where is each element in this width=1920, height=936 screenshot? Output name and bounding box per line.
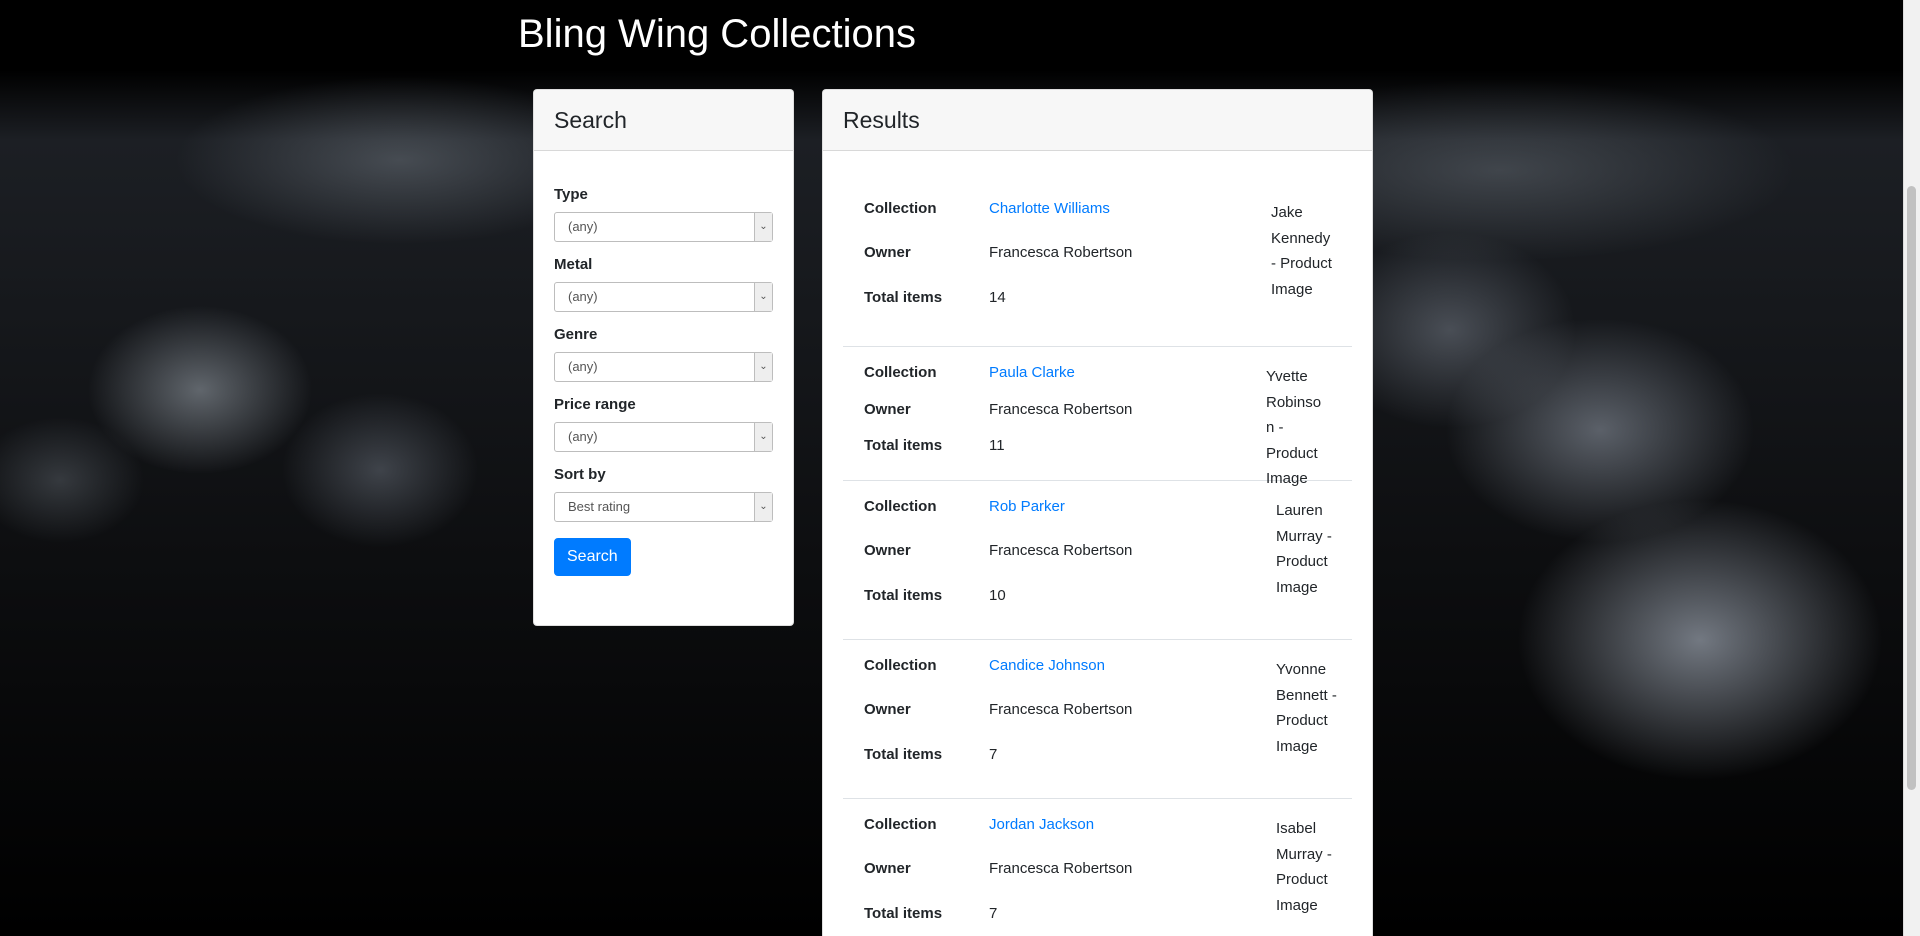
result-item: Collection Jordan Jackson Owner Francesc… bbox=[843, 799, 1352, 936]
product-image: Lauren Murray - Product Image bbox=[1276, 502, 1332, 596]
product-image: Jake Kennedy - Product Image bbox=[1271, 204, 1332, 298]
collection-link[interactable]: Jordan Jackson bbox=[989, 816, 1094, 833]
total-items-value: 7 bbox=[989, 905, 998, 922]
type-field: Type (any) ⌄ bbox=[554, 186, 773, 242]
total-items-value: 7 bbox=[989, 746, 998, 763]
owner-value: Francesca Robertson bbox=[989, 542, 1133, 559]
sort-by-label: Sort by bbox=[554, 466, 606, 483]
chevron-down-icon: ⌄ bbox=[754, 353, 772, 381]
product-image: Isabel Murray - Product Image bbox=[1276, 820, 1332, 914]
total-items-label: Total items bbox=[864, 905, 943, 922]
sort-by-field: Sort by Best rating ⌄ bbox=[554, 466, 773, 522]
product-image: Yvonne Bennett - Product Image bbox=[1276, 661, 1337, 755]
page-scrollbar[interactable] bbox=[1903, 0, 1920, 936]
metal-select[interactable]: (any) ⌄ bbox=[554, 282, 773, 312]
collection-label: Collection bbox=[864, 364, 937, 381]
metal-field: Metal (any) ⌄ bbox=[554, 256, 773, 312]
collection-link[interactable]: Rob Parker bbox=[989, 498, 1065, 515]
results-panel-header: Results bbox=[823, 90, 1372, 151]
owner-label: Owner bbox=[864, 860, 911, 877]
total-items-value: 14 bbox=[989, 289, 1006, 306]
price-range-label: Price range bbox=[554, 396, 636, 413]
result-item: Collection Rob Parker Owner Francesca Ro… bbox=[843, 481, 1352, 640]
collection-label: Collection bbox=[864, 200, 937, 217]
collection-label: Collection bbox=[864, 657, 937, 674]
search-panel-header: Search bbox=[534, 90, 793, 151]
genre-select[interactable]: (any) ⌄ bbox=[554, 352, 773, 382]
result-item: Collection Charlotte Williams Owner Fran… bbox=[843, 165, 1352, 347]
genre-label: Genre bbox=[554, 326, 598, 343]
owner-label: Owner bbox=[864, 244, 911, 261]
chevron-down-icon: ⌄ bbox=[754, 213, 772, 241]
price-range-field: Price range (any) ⌄ bbox=[554, 396, 773, 452]
results-panel: Results Collection Charlotte Williams Ow… bbox=[822, 89, 1373, 936]
collection-link[interactable]: Paula Clarke bbox=[989, 364, 1075, 381]
result-item: Collection Paula Clarke Owner Francesca … bbox=[843, 347, 1352, 487]
owner-label: Owner bbox=[864, 542, 911, 559]
total-items-value: 10 bbox=[989, 587, 1006, 604]
chevron-down-icon: ⌄ bbox=[754, 493, 772, 521]
owner-value: Francesca Robertson bbox=[989, 401, 1133, 418]
type-select[interactable]: (any) ⌄ bbox=[554, 212, 773, 242]
metal-select-value: (any) bbox=[568, 289, 598, 304]
total-items-label: Total items bbox=[864, 289, 943, 306]
owner-label: Owner bbox=[864, 701, 911, 718]
product-image: Yvette Robinson - Product Image bbox=[1266, 368, 1322, 487]
collection-label: Collection bbox=[864, 498, 937, 515]
chevron-down-icon: ⌄ bbox=[754, 423, 772, 451]
site-title: Bling Wing Collections bbox=[518, 12, 916, 56]
owner-value: Francesca Robertson bbox=[989, 860, 1133, 877]
metal-label: Metal bbox=[554, 256, 593, 273]
search-panel: Search Type (any) ⌄ Metal (any) ⌄ Genre … bbox=[533, 89, 794, 626]
type-label: Type bbox=[554, 186, 588, 203]
total-items-label: Total items bbox=[864, 746, 943, 763]
genre-select-value: (any) bbox=[568, 359, 598, 374]
total-items-label: Total items bbox=[864, 437, 943, 454]
collection-label: Collection bbox=[864, 816, 937, 833]
scrollbar-thumb[interactable] bbox=[1907, 186, 1916, 790]
sort-by-select[interactable]: Best rating ⌄ bbox=[554, 492, 773, 522]
price-range-select[interactable]: (any) ⌄ bbox=[554, 422, 773, 452]
type-select-value: (any) bbox=[568, 219, 598, 234]
owner-value: Francesca Robertson bbox=[989, 701, 1133, 718]
genre-field: Genre (any) ⌄ bbox=[554, 326, 773, 382]
search-button[interactable]: Search bbox=[554, 538, 631, 576]
price-range-select-value: (any) bbox=[568, 429, 598, 444]
total-items-label: Total items bbox=[864, 587, 943, 604]
collection-link[interactable]: Charlotte Williams bbox=[989, 200, 1110, 217]
owner-value: Francesca Robertson bbox=[989, 244, 1133, 261]
owner-label: Owner bbox=[864, 401, 911, 418]
sort-by-select-value: Best rating bbox=[568, 499, 631, 514]
collection-link[interactable]: Candice Johnson bbox=[989, 657, 1105, 674]
result-item: Collection Candice Johnson Owner Frances… bbox=[843, 640, 1352, 799]
total-items-value: 11 bbox=[989, 437, 1005, 454]
chevron-down-icon: ⌄ bbox=[754, 283, 772, 311]
